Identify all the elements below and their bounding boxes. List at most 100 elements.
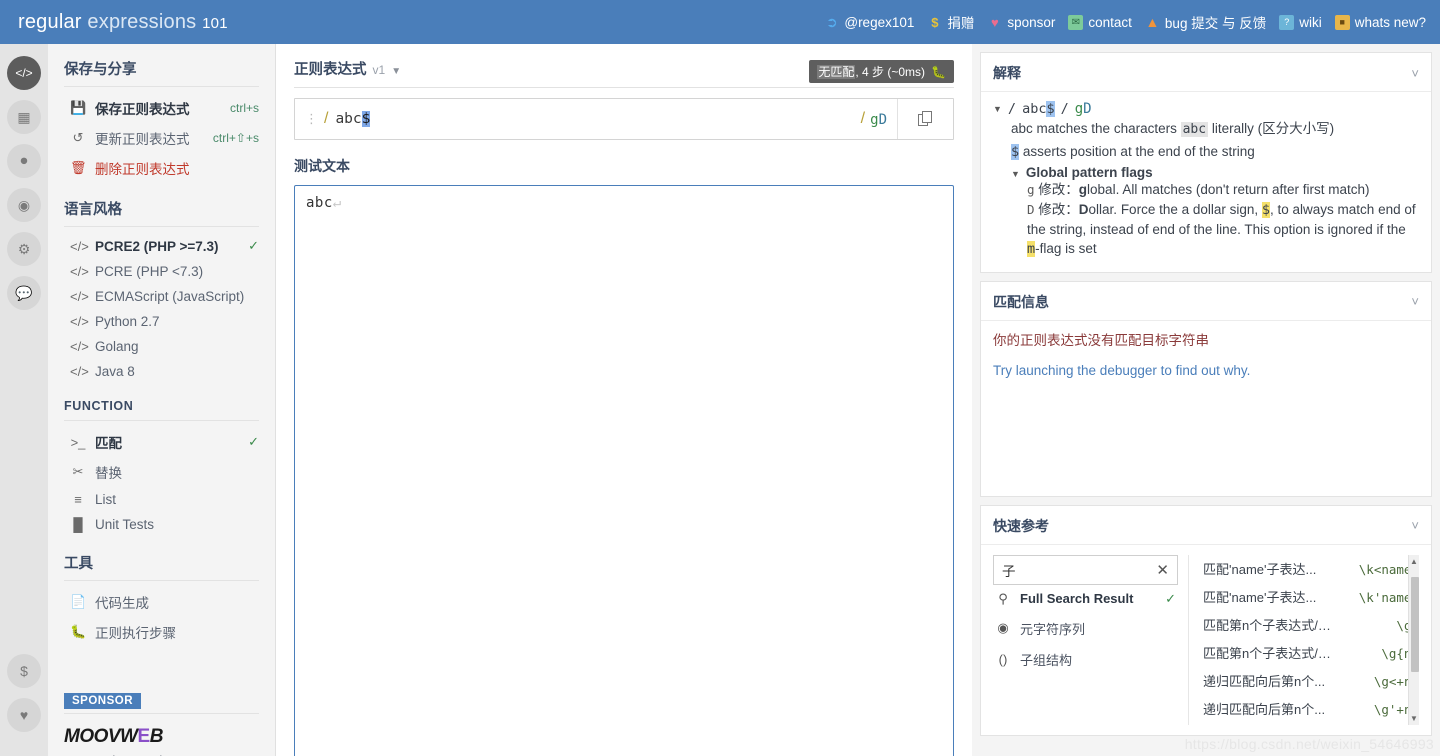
qr-desc: 匹配第n个子表达式/分... bbox=[1203, 646, 1338, 662]
match-status-badge[interactable]: 无匹配, 4 步 (~0ms) 🐛 bbox=[809, 60, 954, 83]
chat-icon[interactable]: 💬 bbox=[7, 276, 41, 310]
explanation-header: 解释 ˅ bbox=[981, 53, 1431, 92]
nav-wiki[interactable]: ? wiki bbox=[1279, 14, 1322, 30]
flavor-java-label: Java 8 bbox=[95, 364, 135, 379]
sidebar-item-flavor-python[interactable]: </> Python 2.7 bbox=[64, 309, 259, 334]
search-input[interactable] bbox=[1002, 562, 1151, 578]
nav-sponsor-label: sponsor bbox=[1007, 14, 1056, 30]
chevron-down-icon[interactable]: ˅ bbox=[1411, 66, 1419, 81]
sidebar-item-update-regex[interactable]: ↺ 更新正则表达式 ctrl+⇧+s bbox=[64, 123, 259, 153]
filter-group-constructs[interactable]: () 子组结构 bbox=[993, 644, 1178, 675]
flag-g-modify: 修改： bbox=[1038, 182, 1079, 198]
scroll-up-icon[interactable]: ▲ bbox=[1410, 555, 1418, 568]
regex-pattern[interactable]: abc$ bbox=[335, 111, 371, 127]
match-info-error: 你的正则表达式没有匹配目标字符串 bbox=[993, 332, 1209, 348]
quick-reference-search[interactable]: ✕ bbox=[993, 554, 1178, 585]
test-string-value: abc bbox=[306, 195, 333, 211]
sidebar-heading-tools: 工具 bbox=[64, 552, 259, 581]
warning-icon: ▲ bbox=[1145, 13, 1160, 30]
explanation-flag-g: g bbox=[1074, 101, 1084, 117]
code-tag-icon: </> bbox=[70, 238, 89, 254]
sidebar-item-unit-tests[interactable]: █ Unit Tests bbox=[64, 512, 259, 537]
nav-donate[interactable]: $ 捐赠 bbox=[927, 12, 974, 32]
news-icon: ■ bbox=[1334, 14, 1350, 30]
explanation-panel: 解释 ˅ ▼ / abc$ / gD abc matches the chara… bbox=[980, 52, 1432, 273]
sidebar-item-substitution[interactable]: ✂ 替换 bbox=[64, 457, 259, 487]
chevron-down-icon[interactable]: ˅ bbox=[1411, 294, 1419, 309]
site-logo[interactable]: regular expressions 101 bbox=[18, 11, 228, 34]
flag-d-text3: -flag is set bbox=[1035, 241, 1097, 257]
sponsor-logo-part-e: E bbox=[137, 726, 151, 747]
nav-whats-new[interactable]: ■ whats new? bbox=[1334, 14, 1426, 30]
flag-d: D bbox=[878, 111, 887, 128]
sidebar-item-list[interactable]: ≡ List bbox=[64, 487, 259, 512]
regex-input-box[interactable]: ⋮ / abc$ / gD bbox=[294, 98, 954, 140]
match-info-panel: 匹配信息 ˅ 你的正则表达式没有匹配目标字符串 Try launching th… bbox=[980, 280, 1432, 497]
test-tube-icon: █ bbox=[73, 517, 83, 532]
chevron-down-icon[interactable]: ˅ bbox=[1411, 518, 1419, 533]
regex-open-delimiter: / bbox=[324, 110, 329, 127]
close-icon[interactable]: ✕ bbox=[1156, 561, 1169, 579]
sidebar-item-delete-regex[interactable]: 🗑 删除正则表达式 bbox=[64, 153, 259, 183]
sidebar-item-match[interactable]: >_ 匹配 ✓ bbox=[64, 427, 259, 457]
sidebar-item-regex-debugger[interactable]: 🐛 正则执行步骤 bbox=[64, 617, 259, 647]
scrollbar-thumb[interactable] bbox=[1410, 576, 1419, 672]
match-info-body: 你的正则表达式没有匹配目标字符串 Try launching the debug… bbox=[981, 321, 1431, 390]
save-icon: 💾 bbox=[70, 100, 87, 115]
sidebar-item-flavor-golang[interactable]: </> Golang bbox=[64, 334, 259, 359]
filter-metachar-sequences[interactable]: ◉ 元字符序列 bbox=[993, 613, 1178, 644]
sidebar-item-flavor-ecmascript[interactable]: </> ECMAScript (JavaScript) bbox=[64, 284, 259, 309]
sidebar-item-flavor-pcre[interactable]: </> PCRE (PHP <7.3) bbox=[64, 259, 259, 284]
test-string-input[interactable]: abc↵ bbox=[294, 185, 954, 756]
nav-bug[interactable]: ▲ bug 提交 与 反馈 bbox=[1145, 12, 1266, 32]
copy-icon[interactable] bbox=[897, 99, 953, 139]
gamepad-icon[interactable]: ◉ bbox=[7, 188, 41, 222]
sidebar-item-save-regex[interactable]: 💾 保存正则表达式 ctrl+s bbox=[64, 93, 259, 123]
donate-dollar-icon[interactable]: $ bbox=[7, 654, 41, 688]
sidebar-heading-function: FUNCTION bbox=[64, 399, 259, 421]
quick-reference-panel: 快速参考 ˅ ✕ ⚲ Full Search Result ✓ bbox=[980, 504, 1432, 736]
explanation-flags-group[interactable]: ▼ Global pattern flags bbox=[993, 165, 1419, 180]
explanation-pattern-header[interactable]: ▼ / abc$ / gD bbox=[993, 100, 1419, 117]
code-icon[interactable]: </> bbox=[7, 56, 41, 90]
results-scrollbar[interactable]: ▲ ▼ bbox=[1408, 554, 1419, 725]
sidebar-item-flavor-pcre2[interactable]: </> PCRE2 (PHP >=7.3) ✓ bbox=[64, 233, 259, 259]
filter-full-search-result[interactable]: ⚲ Full Search Result ✓ bbox=[993, 585, 1178, 613]
sidebar-item-code-generator[interactable]: 📄 代码生成 bbox=[64, 587, 259, 617]
exp-lit-code: abc bbox=[1180, 122, 1209, 137]
sponsor-logo-part2: B bbox=[149, 726, 164, 747]
nav-bug-label: bug 提交 与 反馈 bbox=[1164, 16, 1267, 31]
library-icon[interactable]: ▦ bbox=[7, 100, 41, 134]
quick-reference-results: 匹配'name'子表达... \k<name> 匹配'name'子表达... \k'… bbox=[1189, 554, 1419, 725]
sidebar-item-flavor-java[interactable]: </> Java 8 bbox=[64, 359, 259, 384]
list-item[interactable]: 匹配'name'子表达... \k<name> bbox=[1203, 555, 1419, 583]
sponsor-heart-icon[interactable]: ♥ bbox=[7, 698, 41, 732]
flag-g-bold: g bbox=[1078, 182, 1088, 198]
explanation-flags-title: Global pattern flags bbox=[1025, 165, 1153, 181]
gear-icon[interactable]: ⚙ bbox=[7, 232, 41, 266]
regex-pattern-anchor: $ bbox=[361, 111, 371, 127]
list-item[interactable]: 匹配'name'子表达... \k'name' bbox=[1203, 583, 1419, 611]
account-icon[interactable]: ⚫ bbox=[7, 144, 41, 178]
nav-twitter[interactable]: ➲ @regex101 bbox=[824, 14, 914, 30]
list-item[interactable]: 匹配第n个子表达式/分... \g{n} bbox=[1203, 639, 1419, 667]
nav-sponsor[interactable]: ♥ sponsor bbox=[987, 15, 1055, 30]
list-item[interactable]: 递归匹配向后第n个... \g<+n> bbox=[1203, 667, 1419, 695]
chevron-down-icon[interactable]: ▼ bbox=[391, 66, 401, 77]
explanation-slash-open: / bbox=[1007, 100, 1017, 117]
triangle-down-icon[interactable]: ▼ bbox=[1011, 169, 1020, 179]
nav-contact[interactable]: ✉ contact bbox=[1068, 14, 1132, 30]
wiki-icon: ? bbox=[1279, 14, 1295, 30]
list-item[interactable]: 递归匹配向后第n个... \g'+n' bbox=[1203, 695, 1419, 723]
triangle-down-icon[interactable]: ▼ bbox=[993, 104, 1002, 114]
match-info-debugger-link[interactable]: Try launching the debugger to find out w… bbox=[993, 363, 1419, 378]
regex-input-main[interactable]: ⋮ / abc$ / gD bbox=[295, 110, 897, 128]
drag-handle-icon[interactable]: ⋮ bbox=[305, 112, 318, 125]
sponsor-logo[interactable]: MOOVWEB bbox=[64, 726, 259, 748]
flag-d-token-dollar: $ bbox=[1261, 201, 1271, 218]
scroll-down-icon[interactable]: ▼ bbox=[1410, 712, 1418, 725]
save-regex-shortcut: ctrl+s bbox=[229, 101, 259, 115]
terminal-icon: >_ bbox=[70, 434, 86, 450]
regex-flags[interactable]: / gD bbox=[861, 110, 887, 128]
list-item[interactable]: 匹配第n个子表达式/分组...\gn bbox=[1203, 611, 1419, 639]
